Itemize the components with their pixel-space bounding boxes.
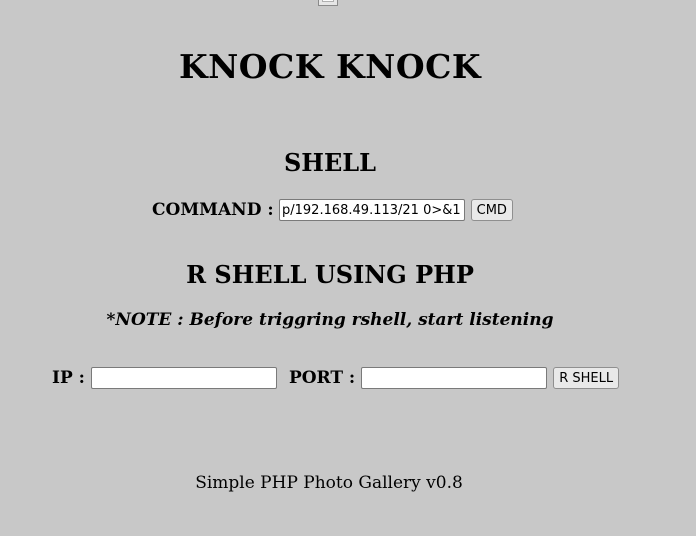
port-input[interactable] <box>361 367 548 389</box>
rshell-form: IP : PORT : R SHELL <box>52 366 620 390</box>
command-form: COMMAND : CMD <box>152 198 513 222</box>
rshell-heading: R SHELL USING PHP <box>186 260 474 289</box>
broken-image-icon <box>318 0 338 6</box>
command-input[interactable] <box>278 199 465 221</box>
footer-version: Simple PHP Photo Gallery v0.8 <box>195 473 463 493</box>
cmd-button[interactable]: CMD <box>470 199 513 221</box>
shell-heading: SHELL <box>283 148 377 177</box>
ip-input[interactable] <box>90 367 277 389</box>
rshell-note: *NOTE : Before triggring rshell, start l… <box>106 310 554 330</box>
rshell-button[interactable]: R SHELL <box>553 367 620 389</box>
port-label: PORT : <box>288 368 356 388</box>
page-title: KNOCK KNOCK <box>178 47 482 86</box>
command-label: COMMAND : <box>152 200 274 220</box>
ip-label: IP : <box>52 368 85 388</box>
